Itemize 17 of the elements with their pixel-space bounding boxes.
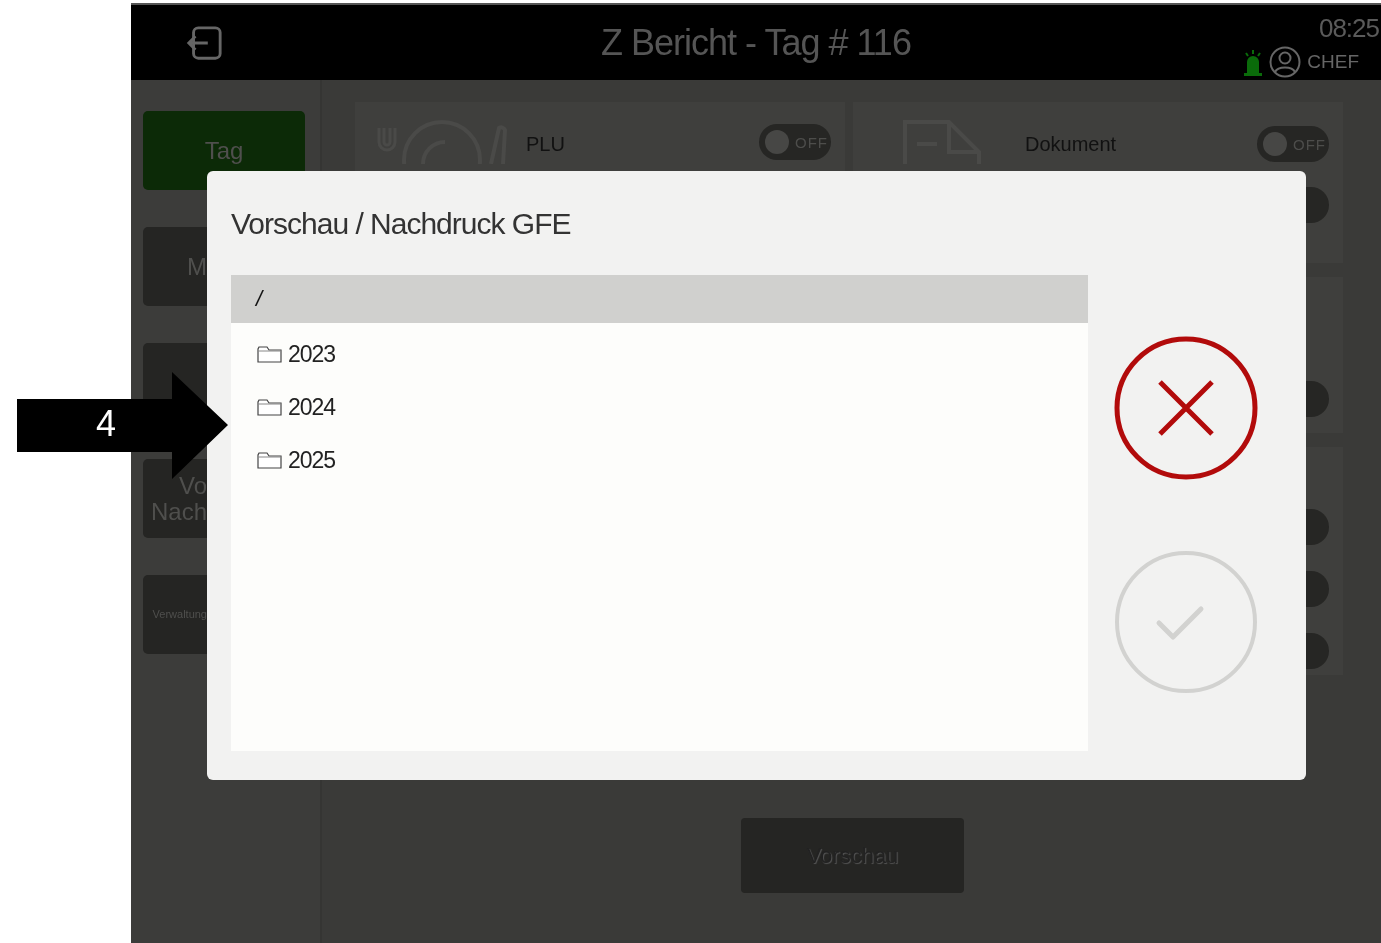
folder-icon: [257, 346, 282, 363]
path-header: /: [231, 275, 1088, 323]
callout-number: 4: [96, 406, 117, 442]
clock-time: 08:25: [1318, 13, 1379, 44]
user-icon[interactable]: [1269, 46, 1302, 78]
exit-icon[interactable]: [185, 23, 223, 62]
siren-icon: [1243, 48, 1264, 76]
user-name: CHEF: [1307, 51, 1359, 73]
folder-item[interactable]: 2024: [255, 392, 338, 423]
screen-title: Z Bericht - Tag # 116: [601, 22, 911, 64]
folder-item[interactable]: 2023: [255, 339, 338, 370]
folder-item[interactable]: 2025: [255, 445, 338, 476]
close-icon[interactable]: [1113, 335, 1259, 481]
folder-icon: [257, 452, 282, 469]
dialog-title: Vorschau / Nachdruck GFE: [231, 207, 571, 241]
folder-icon: [257, 399, 282, 416]
check-icon[interactable]: [1113, 549, 1259, 695]
